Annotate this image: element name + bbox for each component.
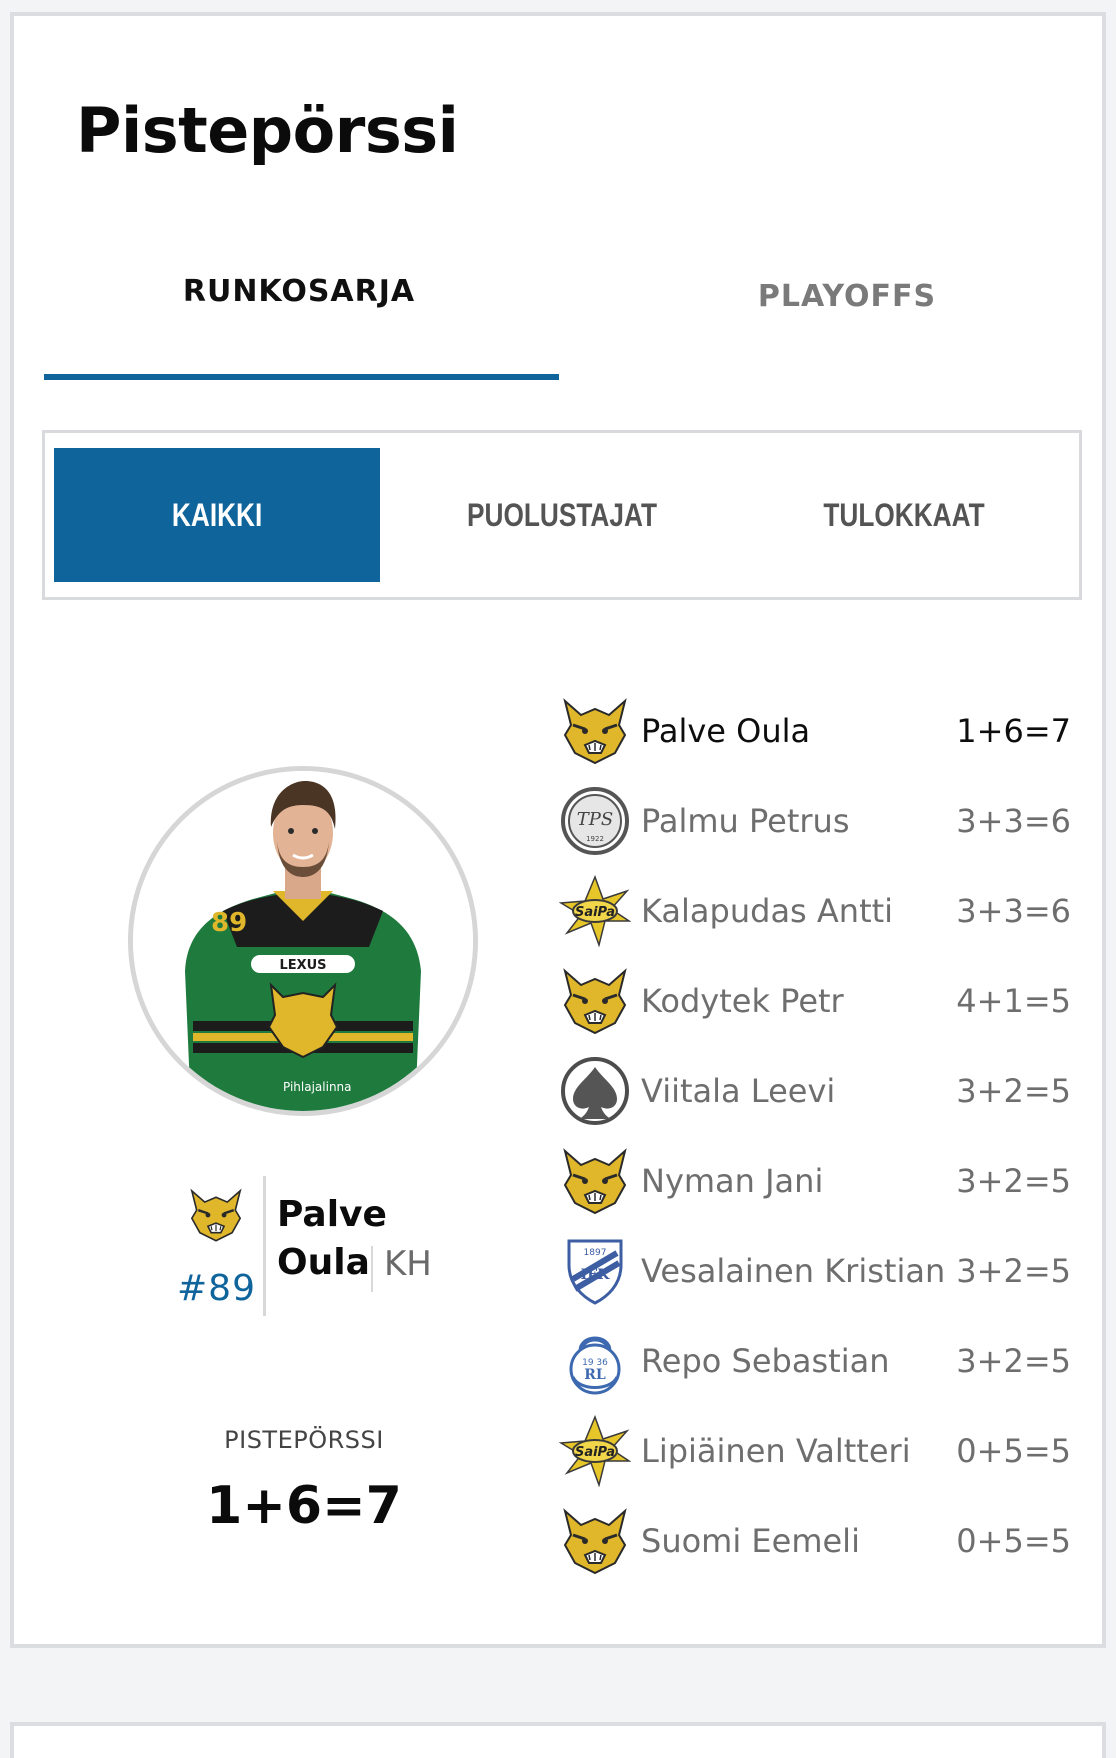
list-item[interactable]: Kalapudas Antti 3+3=6 [559, 866, 1071, 956]
player-photo: LEXUS 89 Pihlajalinna [133, 771, 473, 1111]
player-first-name: Palve [277, 1194, 387, 1235]
svg-text:LEXUS: LEXUS [279, 958, 326, 973]
list-item[interactable]: Vesalainen Kristian 3+2=5 [559, 1226, 1071, 1316]
player-points: 1+6=7 [956, 712, 1071, 750]
player-points: 3+3=6 [956, 802, 1071, 840]
player-points: 0+5=5 [956, 1432, 1071, 1470]
lynx-icon [187, 1186, 245, 1244]
player-name: Repo Sebastian [641, 1342, 890, 1380]
player-name: Viitala Leevi [641, 1072, 836, 1110]
lynx-icon [559, 695, 631, 767]
stat-value: 1+6=7 [206, 1476, 402, 1536]
list-item[interactable]: Palmu Petrus 3+3=6 [559, 776, 1071, 866]
player-name: Kodytek Petr [641, 982, 844, 1020]
list-item[interactable]: Repo Sebastian 3+2=5 [559, 1316, 1071, 1406]
player-last-name: Oula [277, 1242, 370, 1283]
player-name: Lipiäinen Valtteri [641, 1432, 911, 1470]
saipa-icon [559, 1415, 631, 1487]
list-item[interactable]: Palve Oula 1+6=7 [559, 686, 1071, 776]
saipa-icon [559, 875, 631, 947]
svg-text:89: 89 [211, 908, 247, 938]
player-points: 3+2=5 [956, 1072, 1071, 1110]
divider [263, 1176, 266, 1316]
player-name: Kalapudas Antti [641, 892, 894, 930]
player-name: Palmu Petrus [641, 802, 850, 840]
list-item[interactable]: Suomi Eemeli 0+5=5 [559, 1496, 1071, 1586]
player-points: 3+2=5 [956, 1342, 1071, 1380]
filter-puolustajat[interactable]: PUOLUSTAJAT [428, 448, 695, 582]
lynx-icon [559, 1145, 631, 1217]
filter-bar: KAIKKI PUOLUSTAJAT TULOKKAAT [42, 430, 1082, 600]
active-tab-indicator [44, 374, 559, 380]
player-name: Suomi Eemeli [641, 1522, 860, 1560]
player-name: Palve Oula [641, 712, 811, 750]
points-card: Pistepörssi RUNKOSARJA PLAYOFFS KAIKKI P… [10, 12, 1106, 1648]
filter-kaikki-label: KAIKKI [171, 496, 263, 533]
player-number: #89 [177, 1268, 256, 1309]
ifk-icon [559, 1235, 631, 1307]
tab-runkosarja[interactable]: RUNKOSARJA [34, 236, 564, 386]
player-position: KH [384, 1244, 432, 1284]
player-name: Nyman Jani [641, 1162, 824, 1200]
player-portrait: LEXUS 89 Pihlajalinna [128, 766, 478, 1116]
list-item[interactable]: Nyman Jani 3+2=5 [559, 1136, 1071, 1226]
player-points: 3+2=5 [956, 1252, 1071, 1290]
list-item[interactable]: Viitala Leevi 3+2=5 [559, 1046, 1071, 1136]
player-points: 0+5=5 [956, 1522, 1071, 1560]
svg-text:Pihlajalinna: Pihlajalinna [283, 1080, 352, 1094]
lynx-icon [559, 1505, 631, 1577]
divider [371, 1246, 373, 1292]
list-item[interactable]: Kodytek Petr 4+1=5 [559, 956, 1071, 1046]
player-name: Vesalainen Kristian [641, 1252, 946, 1290]
filter-kaikki[interactable]: KAIKKI [54, 448, 380, 582]
stat-label: PISTEPÖRSSI [224, 1426, 384, 1454]
season-tabs: RUNKOSARJA PLAYOFFS [34, 236, 1094, 386]
spade-icon [559, 1055, 631, 1127]
lukko-icon [559, 1325, 631, 1397]
player-points: 4+1=5 [956, 982, 1071, 1020]
tab-playoffs[interactable]: PLAYOFFS [582, 236, 1112, 386]
leaderboard-list: Palve Oula 1+6=7 Palmu Petrus 3+3=6 Kala… [559, 686, 1071, 1586]
list-item[interactable]: Lipiäinen Valtteri 0+5=5 [559, 1406, 1071, 1496]
player-points: 3+3=6 [956, 892, 1071, 930]
filter-tulokkaat[interactable]: TULOKKAAT [770, 448, 1037, 582]
featured-player-info: #89 Palve Oula KH [169, 1176, 489, 1316]
lynx-icon [559, 965, 631, 1037]
player-points: 3+2=5 [956, 1162, 1071, 1200]
tps-icon [559, 785, 631, 857]
next-card [10, 1722, 1106, 1758]
page-title: Pistepörssi [76, 94, 459, 167]
